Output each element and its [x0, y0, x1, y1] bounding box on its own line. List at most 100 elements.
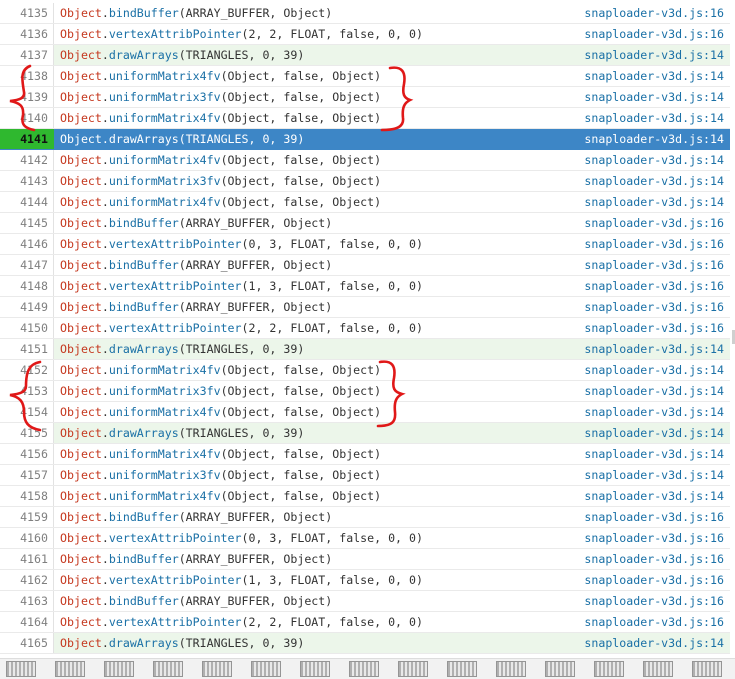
selected-call-row[interactable]: 4141 Object.drawArrays(TRIANGLES, 0, 39) s… [0, 129, 730, 150]
call-row[interactable]: 4142 Object.uniformMatrix4fv(Object, fals… [0, 150, 730, 171]
call-function: uniformMatrix4fv [108, 111, 221, 125]
call-expression: Object.bindBuffer(ARRAY_BUFFER, Object) [60, 255, 332, 276]
source-link[interactable]: snaploader-v3d.js:16 [584, 591, 724, 612]
source-link[interactable]: snaploader-v3d.js:14 [584, 129, 724, 150]
call-row[interactable]: 4163 Object.bindBuffer(ARRAY_BUFFER, Obje… [0, 591, 730, 612]
draw-call-row[interactable]: 4165 Object.drawArrays(TRIANGLES, 0, 39) s… [0, 633, 730, 654]
frame-thumbnail-icon[interactable] [202, 661, 232, 677]
frame-thumbnail-icon[interactable] [545, 661, 575, 677]
source-link[interactable]: snaploader-v3d.js:14 [584, 66, 724, 87]
source-link[interactable]: snaploader-v3d.js:14 [584, 45, 724, 66]
frame-thumbnail-strip [0, 658, 735, 679]
call-arguments: (0, 3, FLOAT, false, 0, 0) [241, 237, 423, 251]
frame-thumbnail-icon[interactable] [594, 661, 624, 677]
frame-thumbnail-icon[interactable] [104, 661, 134, 677]
call-row[interactable]: 4146 Object.vertexAttribPointer(0, 3, FLO… [0, 234, 730, 255]
call-row[interactable]: 4157 Object.uniformMatrix3fv(Object, fals… [0, 465, 730, 486]
member-dot: . [101, 321, 109, 335]
call-row[interactable]: 4150 Object.vertexAttribPointer(2, 2, FLO… [0, 318, 730, 339]
line-number: 4149 [0, 297, 54, 317]
call-object: Object [60, 132, 102, 146]
frame-thumbnail-icon[interactable] [692, 661, 722, 677]
draw-call-row[interactable]: 4155 Object.drawArrays(TRIANGLES, 0, 39) s… [0, 423, 730, 444]
line-number: 4155 [0, 423, 54, 443]
line-number: 4140 [0, 108, 54, 128]
call-arguments: (ARRAY_BUFFER, Object) [178, 510, 333, 524]
call-row[interactable]: 4156 Object.uniformMatrix4fv(Object, fals… [0, 444, 730, 465]
source-link[interactable]: snaploader-v3d.js:14 [584, 423, 724, 444]
call-row[interactable]: 4139 Object.uniformMatrix3fv(Object, fals… [0, 87, 730, 108]
member-dot: . [101, 300, 109, 314]
source-link[interactable]: snaploader-v3d.js:14 [584, 465, 724, 486]
call-row[interactable]: 4164 Object.vertexAttribPointer(2, 2, FLO… [0, 612, 730, 633]
call-arguments: (ARRAY_BUFFER, Object) [178, 300, 333, 314]
draw-call-row[interactable]: 4137 Object.drawArrays(TRIANGLES, 0, 39) s… [0, 45, 730, 66]
source-link[interactable]: snaploader-v3d.js:16 [584, 318, 724, 339]
source-link[interactable]: snaploader-v3d.js:14 [584, 444, 724, 465]
call-row[interactable]: 4161 Object.bindBuffer(ARRAY_BUFFER, Obje… [0, 549, 730, 570]
source-link[interactable]: snaploader-v3d.js:14 [584, 381, 724, 402]
call-row[interactable]: 4147 Object.bindBuffer(ARRAY_BUFFER, Obje… [0, 255, 730, 276]
source-link[interactable]: snaploader-v3d.js:16 [584, 255, 724, 276]
frame-thumbnail-icon[interactable] [251, 661, 281, 677]
frame-thumbnail-icon[interactable] [153, 661, 183, 677]
call-expression: Object.drawArrays(TRIANGLES, 0, 39) [60, 633, 304, 654]
frame-thumbnail-icon[interactable] [349, 661, 379, 677]
frame-thumbnail-icon[interactable] [300, 661, 330, 677]
call-row[interactable]: 4152 Object.uniformMatrix4fv(Object, fals… [0, 360, 730, 381]
source-link[interactable]: snaploader-v3d.js:14 [584, 360, 724, 381]
call-object: Object [60, 489, 102, 503]
call-row[interactable]: 4149 Object.bindBuffer(ARRAY_BUFFER, Obje… [0, 297, 730, 318]
call-arguments: (TRIANGLES, 0, 39) [178, 132, 305, 146]
call-arguments: (Object, false, Object) [220, 405, 382, 419]
source-link[interactable]: snaploader-v3d.js:14 [584, 87, 724, 108]
line-number: 4136 [0, 24, 54, 44]
source-link[interactable]: snaploader-v3d.js:14 [584, 108, 724, 129]
source-link[interactable]: snaploader-v3d.js:16 [584, 528, 724, 549]
source-link[interactable]: snaploader-v3d.js:16 [584, 213, 724, 234]
frame-thumbnail-icon[interactable] [6, 661, 36, 677]
call-arguments: (Object, false, Object) [220, 384, 382, 398]
source-link[interactable]: snaploader-v3d.js:14 [584, 192, 724, 213]
source-link[interactable]: snaploader-v3d.js:14 [584, 339, 724, 360]
source-link[interactable]: snaploader-v3d.js:16 [584, 612, 724, 633]
call-row[interactable]: 4135 Object.bindBuffer(ARRAY_BUFFER, Obje… [0, 3, 730, 24]
call-expression: Object.uniformMatrix4fv(Object, false, O… [60, 402, 381, 423]
frame-thumbnail-icon[interactable] [496, 661, 526, 677]
frame-thumbnail-icon[interactable] [447, 661, 477, 677]
call-row[interactable]: 4148 Object.vertexAttribPointer(1, 3, FLO… [0, 276, 730, 297]
source-link[interactable]: snaploader-v3d.js:14 [584, 171, 724, 192]
call-row[interactable]: 4153 Object.uniformMatrix3fv(Object, fals… [0, 381, 730, 402]
source-link[interactable]: snaploader-v3d.js:16 [584, 507, 724, 528]
source-link[interactable]: snaploader-v3d.js:14 [584, 486, 724, 507]
call-row[interactable]: 4140 Object.uniformMatrix4fv(Object, fals… [0, 108, 730, 129]
source-link[interactable]: snaploader-v3d.js:16 [584, 297, 724, 318]
call-row[interactable]: 4143 Object.uniformMatrix3fv(Object, fals… [0, 171, 730, 192]
source-link[interactable]: snaploader-v3d.js:14 [584, 402, 724, 423]
call-row[interactable]: 4136 Object.vertexAttribPointer(2, 2, FLO… [0, 24, 730, 45]
source-link[interactable]: snaploader-v3d.js:16 [584, 570, 724, 591]
call-row[interactable]: 4154 Object.uniformMatrix4fv(Object, fals… [0, 402, 730, 423]
call-row[interactable]: 4145 Object.bindBuffer(ARRAY_BUFFER, Obje… [0, 213, 730, 234]
call-row[interactable]: 4138 Object.uniformMatrix4fv(Object, fals… [0, 66, 730, 87]
frame-thumbnail-icon[interactable] [398, 661, 428, 677]
call-row[interactable]: 4158 Object.uniformMatrix4fv(Object, fals… [0, 486, 730, 507]
call-row[interactable]: 4160 Object.vertexAttribPointer(0, 3, FLO… [0, 528, 730, 549]
source-link[interactable]: snaploader-v3d.js:16 [584, 234, 724, 255]
source-link[interactable]: snaploader-v3d.js:14 [584, 150, 724, 171]
draw-call-row[interactable]: 4151 Object.drawArrays(TRIANGLES, 0, 39) s… [0, 339, 730, 360]
source-link[interactable]: snaploader-v3d.js:16 [584, 24, 724, 45]
source-link[interactable]: snaploader-v3d.js:16 [584, 3, 724, 24]
call-row[interactable]: 4162 Object.vertexAttribPointer(1, 3, FLO… [0, 570, 730, 591]
call-expression: Object.bindBuffer(ARRAY_BUFFER, Object) [60, 297, 332, 318]
call-row[interactable]: 4159 Object.bindBuffer(ARRAY_BUFFER, Obje… [0, 507, 730, 528]
call-expression: Object.drawArrays(TRIANGLES, 0, 39) [60, 339, 304, 360]
frame-thumbnail-icon[interactable] [643, 661, 673, 677]
source-link[interactable]: snaploader-v3d.js:16 [584, 276, 724, 297]
source-link[interactable]: snaploader-v3d.js:14 [584, 633, 724, 654]
call-object: Object [60, 363, 102, 377]
call-row[interactable]: 4144 Object.uniformMatrix4fv(Object, fals… [0, 192, 730, 213]
line-number: 4135 [0, 3, 54, 23]
frame-thumbnail-icon[interactable] [55, 661, 85, 677]
source-link[interactable]: snaploader-v3d.js:16 [584, 549, 724, 570]
